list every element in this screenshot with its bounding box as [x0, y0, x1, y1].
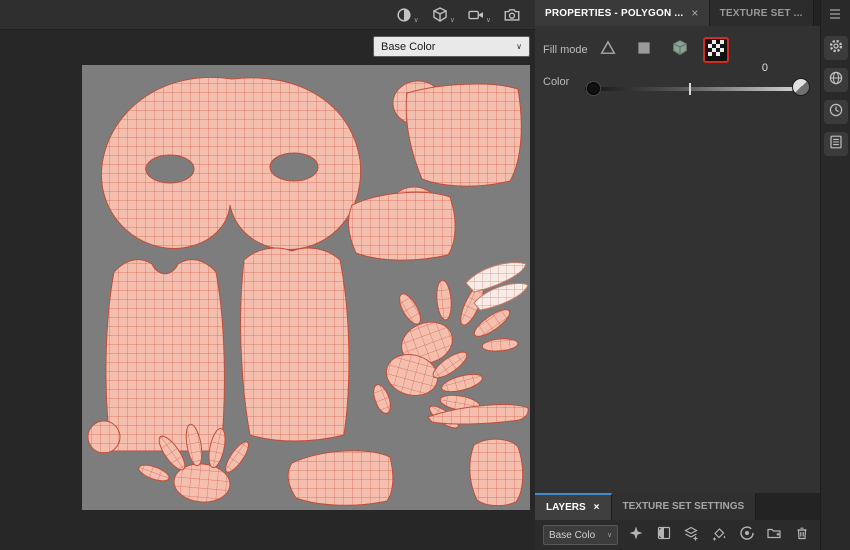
- add-layer-button[interactable]: [681, 525, 701, 545]
- camera-video-icon: [467, 6, 485, 24]
- add-mask-icon: [656, 525, 672, 546]
- add-mask-button[interactable]: [654, 525, 674, 545]
- delete-layer-button[interactable]: [792, 525, 812, 545]
- add-smart-material-icon: [739, 525, 755, 546]
- display-mode-button[interactable]: ∨: [395, 6, 419, 24]
- chevron-down-icon: ∨: [516, 43, 522, 50]
- history-icon: [828, 102, 844, 123]
- uv-islands: [82, 65, 530, 510]
- color-value[interactable]: 0: [762, 62, 768, 74]
- layers-channel-value: Base Colo: [549, 530, 595, 541]
- tab-texture-set[interactable]: TEXTURE SET ...: [710, 0, 814, 26]
- properties-dock-button[interactable]: [824, 36, 848, 60]
- add-layer-icon: [683, 525, 699, 546]
- app-window: ∨ ∨ ∨ Base Color ∨: [0, 0, 850, 550]
- add-folder-button[interactable]: [765, 525, 785, 545]
- add-fill-layer-button[interactable]: [709, 525, 729, 545]
- slider-handle[interactable]: [587, 82, 600, 95]
- fill-mode-uv-chunk-button[interactable]: [703, 37, 729, 63]
- properties-content: Fill mode: [535, 26, 820, 493]
- close-icon[interactable]: ×: [594, 502, 600, 513]
- tab-label: TEXTURE SET ...: [720, 8, 803, 19]
- history-dock-button[interactable]: [824, 100, 848, 124]
- fill-mode-mesh-button[interactable]: [667, 37, 693, 63]
- fill-mode-row: Fill mode: [543, 34, 729, 66]
- chevron-down-icon: ∨: [607, 532, 612, 539]
- tab-label: TEXTURE SET SETTINGS: [623, 501, 745, 512]
- fill-mode-quad-button[interactable]: [631, 37, 657, 63]
- display-mode-icon: [395, 6, 413, 24]
- add-effect-icon: [628, 525, 644, 546]
- layers-tabbar: LAYERS × TEXTURE SET SETTINGS: [535, 493, 820, 520]
- channel-view-value: Base Color: [381, 41, 435, 53]
- display-settings-dock-button[interactable]: [824, 68, 848, 92]
- tab-texture-set-settings[interactable]: TEXTURE SET SETTINGS: [612, 493, 757, 520]
- triangle-fill-icon: [599, 39, 617, 62]
- display-settings-icon: [828, 70, 844, 91]
- panel-menu-icon: [828, 7, 842, 24]
- uv-2d-viewport[interactable]: [82, 65, 530, 510]
- properties-panel: PROPERTIES - POLYGON ... × TEXTURE SET .…: [535, 0, 820, 550]
- add-fill-layer-icon: [711, 525, 727, 546]
- trash-icon: [794, 525, 810, 546]
- fill-mode-label: Fill mode: [543, 44, 595, 56]
- gear-icon: [828, 38, 844, 59]
- tab-properties-polygon-fill[interactable]: PROPERTIES - POLYGON ... ×: [535, 0, 710, 26]
- add-folder-icon: [766, 525, 782, 546]
- slider-midpoint-tick: [689, 83, 691, 95]
- close-icon[interactable]: ×: [691, 6, 698, 20]
- color-label: Color: [543, 76, 569, 88]
- camera-photo-button[interactable]: [503, 6, 521, 24]
- chevron-down-icon: ∨: [450, 17, 455, 24]
- add-smart-material-button[interactable]: [737, 525, 757, 545]
- uv-chunk-fill-icon: [708, 40, 724, 61]
- color-slider[interactable]: [585, 87, 793, 91]
- chevron-down-icon: ∨: [486, 17, 491, 24]
- geometry-cube-icon: [431, 6, 449, 24]
- layers-toolbar: Base Colo ∨: [535, 520, 820, 550]
- tab-label: LAYERS: [546, 502, 586, 513]
- camera-video-button[interactable]: ∨: [467, 6, 491, 24]
- camera-photo-icon: [503, 6, 521, 24]
- add-effect-button[interactable]: [626, 525, 646, 545]
- viewport-toolbar: ∨ ∨ ∨: [0, 0, 535, 30]
- right-dock: [820, 0, 850, 550]
- chevron-down-icon: ∨: [414, 17, 419, 24]
- layers-channel-dropdown[interactable]: Base Colo ∨: [543, 525, 618, 545]
- panel-menu-button[interactable]: [828, 7, 842, 25]
- tab-layers[interactable]: LAYERS ×: [535, 493, 612, 520]
- mesh-fill-icon: [671, 39, 689, 62]
- channel-view-dropdown[interactable]: Base Color ∨: [373, 36, 530, 57]
- color-swatch[interactable]: [792, 78, 810, 96]
- quad-fill-icon: [635, 39, 653, 62]
- log-dock-button[interactable]: [824, 132, 848, 156]
- fill-mode-triangle-button[interactable]: [595, 37, 621, 63]
- tab-label: PROPERTIES - POLYGON ...: [545, 8, 683, 19]
- geometry-button[interactable]: ∨: [431, 6, 455, 24]
- log-icon: [828, 134, 844, 155]
- properties-tabbar: PROPERTIES - POLYGON ... × TEXTURE SET .…: [535, 0, 820, 26]
